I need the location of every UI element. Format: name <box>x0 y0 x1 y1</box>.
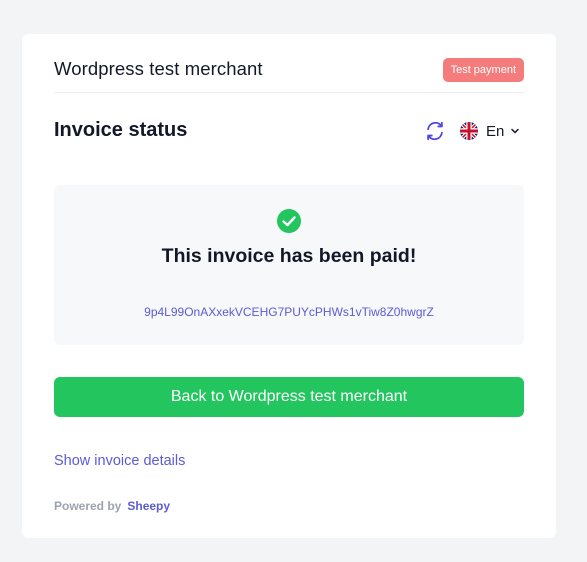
powered-by-label: Powered by <box>54 499 122 513</box>
merchant-name: Wordpress test merchant <box>54 58 263 79</box>
chevron-down-icon <box>511 128 520 134</box>
powered-by: Powered by Sheepy <box>54 499 170 513</box>
paid-status-panel: This invoice has been paid! 9p4L99OnAXxe… <box>54 185 524 345</box>
invoice-id: 9p4L99OnAXxekVCEHG7PUYcPHWs1vTiw8Z0hwgrZ <box>144 305 434 319</box>
card-header: Wordpress test merchant Test payment <box>54 34 524 93</box>
refresh-icon <box>427 121 443 141</box>
paid-message: This invoice has been paid! <box>161 245 417 267</box>
test-payment-badge: Test payment <box>442 58 524 82</box>
uk-flag-icon <box>460 122 478 140</box>
page-title: Invoice status <box>54 119 188 141</box>
refresh-button[interactable] <box>424 120 446 142</box>
language-select[interactable]: En <box>460 120 520 142</box>
invoice-card: Wordpress test merchant Test payment Inv… <box>22 34 556 538</box>
brand-link[interactable]: Sheepy <box>127 499 170 513</box>
language-label: En <box>486 122 505 140</box>
back-to-merchant-button[interactable]: Back to Wordpress test merchant <box>54 377 524 417</box>
check-circle-icon <box>277 209 301 233</box>
show-invoice-details-link[interactable]: Show invoice details <box>54 453 185 469</box>
